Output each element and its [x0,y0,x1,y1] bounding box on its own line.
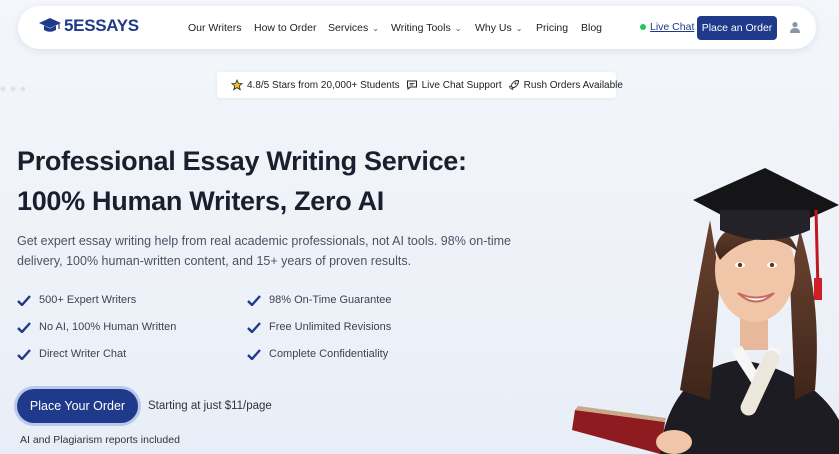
graduate-student-image [572,168,839,454]
star-icon [231,79,243,91]
chevron-down-icon: ⌄ [454,24,462,33]
feature-label: Free Unlimited Revisions [269,321,392,333]
nav-why-us[interactable]: Why Us ⌄ [475,22,522,34]
online-status-dot [640,24,646,30]
feature-label: No AI, 100% Human Written [39,321,177,333]
checkmark-icon [17,348,31,360]
feature-item: 98% On-Time Guarantee [247,294,391,306]
logo-text: 5ESSAYS [64,16,139,35]
plagiarism-note: AI and Plagiarism reports included [20,434,180,446]
feature-label: Direct Writer Chat [39,348,127,360]
trust-support: Live Chat Support [406,79,502,91]
trust-support-text: Live Chat Support [421,79,502,91]
nav-services[interactable]: Services ⌄ [328,22,379,34]
trust-rush-text: Rush Orders Available [523,79,623,91]
decorative-dots [0,86,26,92]
trust-bar: 4.8/5 Stars from 20,000+ Students Live C… [217,72,623,98]
trust-rating-text: 4.8/5 Stars from 20,000+ Students [247,79,400,91]
feature-label: 500+ Expert Writers [39,294,137,306]
nav-writing-tools[interactable]: Writing Tools ⌄ [391,22,461,34]
live-chat-label: Live Chat [650,21,695,33]
nav-pricing[interactable]: Pricing [536,22,568,34]
hero-subtext: Get expert essay writing help from real … [17,234,511,268]
checkmark-icon [247,294,261,306]
checkmark-icon [247,348,261,360]
chevron-down-icon: ⌄ [372,24,379,33]
place-an-order-button[interactable]: Place an Order [697,16,777,40]
hero-headline-line1: Professional Essay Writing Service: [17,146,467,176]
rocket-icon [508,79,519,91]
nav-writing-tools-label: Writing Tools [391,22,451,34]
nav-our-writers[interactable]: Our Writers [188,22,241,34]
checkmark-icon [17,294,31,306]
feature-label: Complete Confidentiality [269,348,389,360]
top-navbar: 5ESSAYS Our Writers How to Order Service… [18,6,816,49]
chevron-down-icon: ⌄ [515,24,523,33]
live-chat-link[interactable]: Live Chat [640,21,694,33]
feature-item: Direct Writer Chat [17,348,126,360]
place-your-order-button[interactable]: Place Your Order [17,389,138,423]
price-note: Starting at just $11/page [148,400,272,412]
graduation-cap-icon [39,18,61,32]
checkmark-icon [247,321,261,333]
feature-item: No AI, 100% Human Written [17,321,176,333]
nav-services-label: Services [328,22,369,34]
nav-why-us-label: Why Us [475,22,512,34]
nav-blog[interactable]: Blog [581,22,602,34]
trust-rating: 4.8/5 Stars from 20,000+ Students [231,79,400,91]
feature-item: Free Unlimited Revisions [247,321,391,333]
hero-headline-line2: 100% Human Writers, Zero AI [17,186,385,216]
trust-rush: Rush Orders Available [508,79,623,91]
user-icon[interactable] [789,21,801,33]
checkmark-icon [17,321,31,333]
site-logo[interactable]: 5ESSAYS [38,16,139,36]
chat-bubble-icon [406,80,417,91]
feature-item: 500+ Expert Writers [17,294,136,306]
feature-label: 98% On-Time Guarantee [269,294,392,306]
feature-item: Complete Confidentiality [247,348,388,360]
nav-how-to-order[interactable]: How to Order [254,22,316,34]
